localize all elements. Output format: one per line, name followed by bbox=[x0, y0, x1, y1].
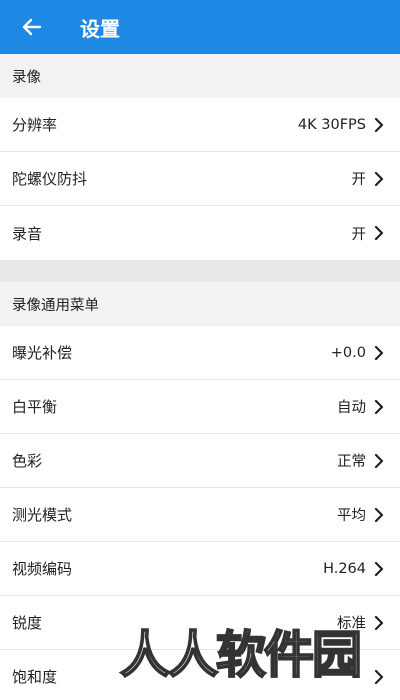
saturation-row[interactable]: 饱和度 bbox=[0, 650, 400, 700]
gyro-stabilization-row[interactable]: 陀螺仪防抖 开 bbox=[0, 152, 400, 206]
back-button[interactable] bbox=[0, 0, 64, 54]
app-bar: 设置 bbox=[0, 0, 400, 54]
chevron-right-icon bbox=[372, 561, 386, 576]
row-value: 开 bbox=[351, 226, 367, 243]
row-value: +0.0 bbox=[330, 344, 366, 361]
row-value: 标准 bbox=[337, 616, 366, 632]
chevron-right-icon bbox=[372, 399, 386, 414]
chevron-right-icon bbox=[372, 507, 386, 522]
sharpness-row[interactable]: 锐度 标准 bbox=[0, 596, 400, 650]
row-value: 开 bbox=[351, 172, 367, 188]
chevron-right-icon bbox=[372, 226, 386, 240]
row-value: 正常 bbox=[337, 454, 366, 470]
row-label: 饱和度 bbox=[12, 668, 58, 686]
section-header-video: 录像 bbox=[0, 54, 400, 98]
row-label: 曝光补偿 bbox=[12, 344, 73, 362]
chevron-right-icon bbox=[372, 345, 386, 360]
audio-recording-row[interactable]: 录音 开 bbox=[0, 206, 400, 260]
chevron-right-icon bbox=[372, 171, 386, 186]
row-label: 视频编码 bbox=[12, 560, 73, 578]
section-video: 录像 分辨率 4K 30FPS 陀螺仪防抖 开 录音 开 bbox=[0, 54, 400, 260]
row-label: 分辨率 bbox=[12, 116, 58, 134]
row-value: 自动 bbox=[337, 400, 366, 416]
row-label: 色彩 bbox=[12, 452, 43, 470]
color-row[interactable]: 色彩 正常 bbox=[0, 434, 400, 488]
white-balance-row[interactable]: 白平衡 自动 bbox=[0, 380, 400, 434]
chevron-right-icon bbox=[372, 453, 386, 468]
row-value: 4K 30FPS bbox=[297, 116, 366, 133]
chevron-right-icon bbox=[372, 117, 386, 132]
arrow-left-icon bbox=[22, 18, 42, 36]
row-label: 测光模式 bbox=[12, 506, 73, 524]
metering-mode-row[interactable]: 测光模式 平均 bbox=[0, 488, 400, 542]
section-header-video-general: 录像通用菜单 bbox=[0, 282, 400, 326]
row-label: 录音 bbox=[12, 224, 43, 243]
page-title: 设置 bbox=[80, 16, 120, 41]
row-value: H.264 bbox=[323, 560, 366, 577]
chevron-right-icon bbox=[372, 615, 386, 630]
row-label: 白平衡 bbox=[12, 398, 58, 416]
resolution-row[interactable]: 分辨率 4K 30FPS bbox=[0, 98, 400, 152]
row-value: 平均 bbox=[337, 508, 366, 524]
exposure-compensation-row[interactable]: 曝光补偿 +0.0 bbox=[0, 326, 400, 380]
section-video-general: 录像通用菜单 曝光补偿 +0.0 白平衡 自动 色彩 正常 测光模式 平均 视频… bbox=[0, 282, 400, 700]
row-label: 陀螺仪防抖 bbox=[12, 170, 88, 188]
video-encoding-row[interactable]: 视频编码 H.264 bbox=[0, 542, 400, 596]
section-divider bbox=[0, 260, 400, 282]
row-label: 锐度 bbox=[12, 614, 43, 632]
chevron-right-icon bbox=[372, 669, 386, 684]
